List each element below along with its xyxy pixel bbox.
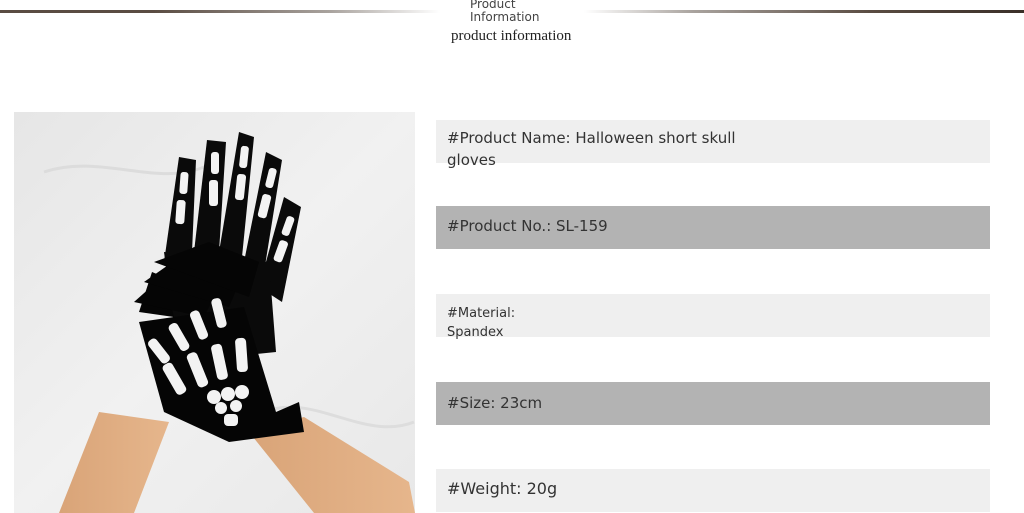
product-photo	[14, 112, 415, 513]
product-name-row: #Product Name: Halloween short skull glo…	[436, 120, 990, 169]
section-title: Product Information	[470, 0, 540, 24]
product-info-page: Product Information product information	[0, 0, 1024, 513]
skeleton-gloves-photo	[14, 112, 415, 513]
weight-text: #Weight: 20g	[447, 479, 558, 498]
material-text: #Material: Spandex	[447, 306, 516, 340]
size-row: #Size: 23cm	[436, 382, 990, 425]
size-text: #Size: 23cm	[447, 394, 543, 412]
product-number-row: #Product No.: SL-159	[436, 206, 990, 249]
header-divider-left	[0, 10, 440, 13]
weight-row: #Weight: 20g	[436, 469, 990, 512]
product-name-text: #Product Name: Halloween short skull glo…	[447, 129, 736, 169]
header-divider-right	[584, 10, 1024, 13]
product-number-text: #Product No.: SL-159	[447, 217, 608, 235]
section-subtitle: product information	[451, 28, 572, 44]
material-row: #Material: Spandex	[436, 294, 990, 340]
